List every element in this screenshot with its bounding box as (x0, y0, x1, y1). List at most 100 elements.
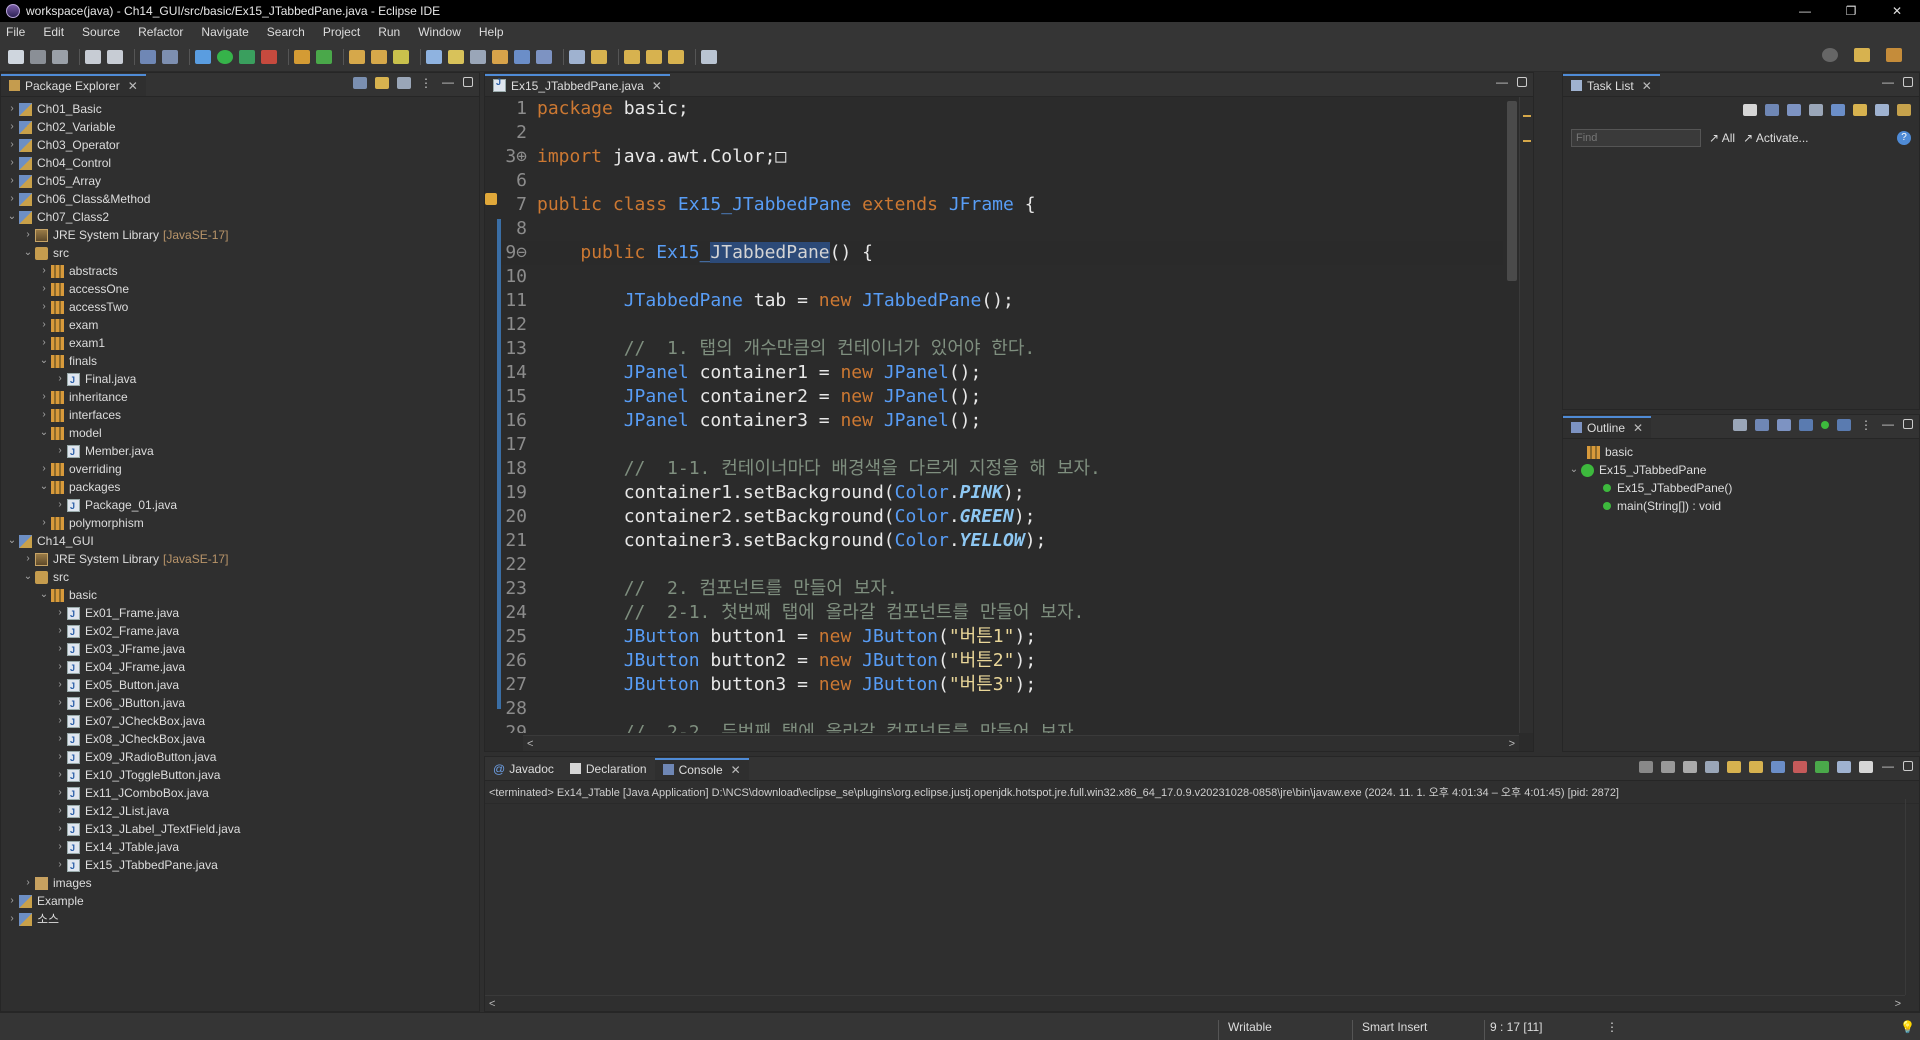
chevron-down-icon[interactable]: ⌄ (39, 424, 49, 442)
tree-item[interactable]: › Ch06_Class&Method (1, 190, 479, 208)
save-icon[interactable] (30, 49, 46, 64)
task-find-input[interactable] (1571, 129, 1701, 147)
tree-item[interactable]: › inheritance (1, 388, 479, 406)
tree-item[interactable]: ⌄ model (1, 424, 479, 442)
chevron-right-icon[interactable]: › (55, 712, 65, 730)
status-menu-icon[interactable]: ⋮ (1606, 1020, 1618, 1034)
close-icon[interactable]: ✕ (1642, 79, 1652, 93)
last-edit-icon[interactable] (624, 49, 640, 64)
code-line[interactable]: 29 // 2-2. 두번째 탭에 올라갈 컴포넌트를 만들어 보자. (501, 721, 1503, 733)
pilcrow-icon[interactable] (536, 49, 552, 64)
chevron-right-icon[interactable]: › (23, 550, 33, 568)
chevron-right-icon[interactable]: › (55, 622, 65, 640)
debug-icon[interactable] (195, 49, 211, 64)
highlight-icon[interactable] (448, 49, 464, 64)
chevron-right-icon[interactable]: › (55, 658, 65, 676)
tree-item[interactable]: › Ch04_Control (1, 154, 479, 172)
scroll-left-icon[interactable]: < (489, 998, 495, 1010)
vertical-scrollbar[interactable] (1507, 101, 1517, 281)
tab-declaration[interactable]: Declaration (562, 758, 655, 780)
tree-item[interactable]: › Ex14_JTable.java (1, 838, 479, 857)
outline-package[interactable]: basic (1569, 443, 1919, 461)
menu-source[interactable]: Source (82, 25, 120, 39)
chevron-right-icon[interactable]: › (39, 298, 49, 316)
tree-item[interactable]: › images (1, 874, 479, 892)
chevron-right-icon[interactable]: › (7, 892, 17, 910)
chevron-down-icon[interactable]: ⌄ (7, 532, 17, 550)
back-icon[interactable] (646, 49, 662, 64)
tree-item[interactable]: ⌄ packages (1, 478, 479, 496)
tree-item[interactable]: › Ch05_Array (1, 172, 479, 190)
hide-completed-icon[interactable] (1831, 104, 1845, 116)
chevron-right-icon[interactable]: › (55, 730, 65, 748)
chevron-right-icon[interactable]: › (7, 136, 17, 154)
code-line[interactable]: 25 JButton button1 = new JButton("버튼1"); (501, 625, 1503, 649)
code-line[interactable]: 12 (501, 313, 1503, 337)
tree-item[interactable]: ⌄ basic (1, 586, 479, 604)
close-icon[interactable]: ✕ (128, 79, 138, 93)
code-line[interactable]: 14 JPanel container1 = new JPanel(); (501, 361, 1503, 385)
chevron-right-icon[interactable]: › (55, 496, 65, 514)
java-perspective-icon[interactable] (1886, 48, 1902, 62)
word-wrap-console-icon[interactable] (1749, 761, 1763, 773)
chevron-right-icon[interactable]: › (39, 460, 49, 478)
maximize-icon[interactable] (1903, 761, 1913, 771)
chevron-right-icon[interactable]: › (39, 316, 49, 334)
toggle-mark-icon[interactable] (426, 49, 442, 64)
chevron-down-icon[interactable]: ⌄ (7, 208, 17, 226)
tab-outline[interactable]: Outline ✕ (1563, 415, 1652, 438)
tab-javadoc[interactable]: @ Javadoc (485, 758, 562, 780)
activate-link[interactable]: ↗ Activate... (1743, 131, 1808, 145)
tree-item[interactable]: ⌄ src (1, 244, 479, 262)
close-icon[interactable]: ✕ (1633, 421, 1643, 435)
all-link[interactable]: ↗ All (1709, 131, 1735, 145)
code-line[interactable]: 20 container2.setBackground(Color.GREEN)… (501, 505, 1503, 529)
chevron-down-icon[interactable]: ⌄ (39, 352, 49, 370)
hide-local-types-icon[interactable] (1837, 419, 1851, 431)
close-button[interactable]: ✕ (1874, 0, 1920, 22)
block-select-icon[interactable] (470, 49, 486, 64)
chevron-right-icon[interactable]: › (39, 280, 49, 298)
code-line[interactable]: 8 (501, 217, 1503, 241)
minimize-icon[interactable]: — (441, 76, 455, 89)
chevron-right-icon[interactable]: › (55, 748, 65, 766)
tree-item[interactable]: ⌄ Ch14_GUI (1, 532, 479, 550)
maximize-icon[interactable] (1903, 77, 1913, 87)
tree-item[interactable]: › Ex05_Button.java (1, 676, 479, 695)
undo-icon[interactable] (85, 49, 101, 64)
code-line[interactable]: 23 // 2. 컴포넌트를 만들어 보자. (501, 577, 1503, 601)
remove-all-icon[interactable] (1683, 761, 1697, 773)
run-icon[interactable] (217, 49, 233, 64)
sort-icon[interactable] (1755, 419, 1769, 431)
scheduled-icon[interactable] (1787, 104, 1801, 116)
code-line[interactable]: 19 container1.setBackground(Color.PINK); (501, 481, 1503, 505)
tab-package-explorer[interactable]: Package Explorer ✕ (1, 73, 146, 96)
tip-icon[interactable]: 💡 (1900, 1020, 1915, 1034)
open-perspective-icon[interactable] (1854, 48, 1870, 62)
chevron-right-icon[interactable]: › (39, 262, 49, 280)
tree-item[interactable]: › Ex04_JFrame.java (1, 658, 479, 677)
hide-fields-icon[interactable] (1777, 419, 1791, 431)
view-menu-icon[interactable]: ⋮ (419, 77, 433, 89)
chevron-right-icon[interactable]: › (55, 442, 65, 460)
open-task-icon[interactable] (371, 49, 387, 64)
remove-launch-icon[interactable] (1661, 761, 1675, 773)
tree-item[interactable]: ⌄ finals (1, 352, 479, 370)
chevron-right-icon[interactable]: › (7, 154, 17, 172)
tree-item[interactable]: › Ex12_JList.java (1, 802, 479, 821)
scroll-lock-icon[interactable] (1727, 761, 1741, 773)
show-stderr-icon[interactable] (1793, 761, 1807, 773)
code-line[interactable]: 16 JPanel container3 = new JPanel(); (501, 409, 1503, 433)
collapse-all-icon[interactable] (353, 77, 367, 89)
code-line[interactable]: 3⊕ import java.awt.Color;□ (501, 145, 1503, 169)
code-line[interactable]: 9⊖ public Ex15_JTabbedPane() { (501, 241, 1503, 265)
tree-item[interactable]: › abstracts (1, 262, 479, 280)
status-insert-mode[interactable]: Smart Insert (1362, 1020, 1427, 1034)
hide-nonpublic-icon[interactable] (1821, 421, 1829, 429)
show-stdout-icon[interactable] (1771, 761, 1785, 773)
chevron-down-icon[interactable]: ⌄ (39, 478, 49, 496)
tree-item[interactable]: › interfaces (1, 406, 479, 424)
skip-breakpoints-icon[interactable] (162, 49, 178, 64)
chevron-down-icon[interactable]: ⌄ (39, 586, 49, 604)
chevron-right-icon[interactable]: › (7, 172, 17, 190)
